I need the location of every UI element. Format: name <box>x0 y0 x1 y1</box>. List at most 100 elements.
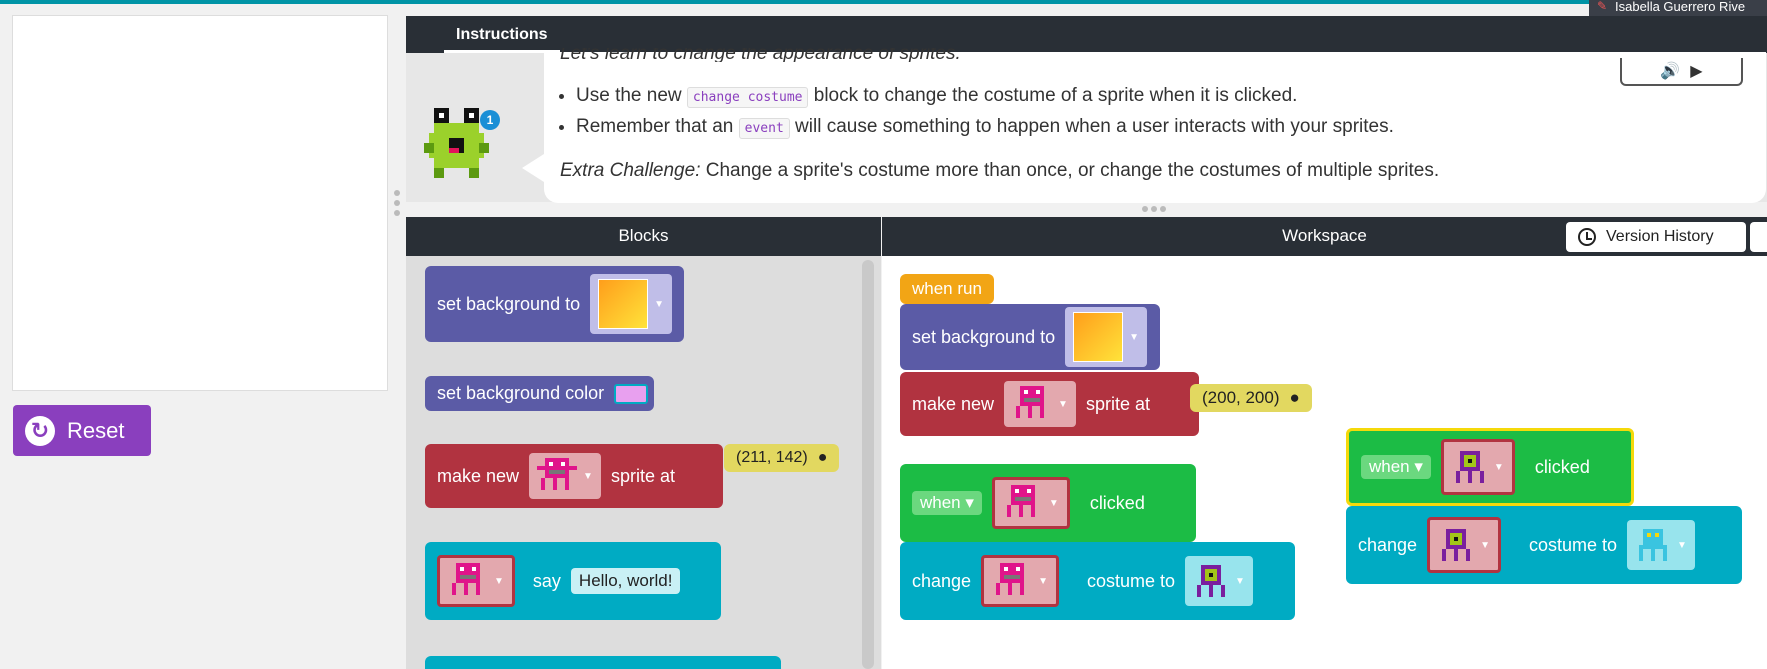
pin-icon: ● <box>1289 388 1300 407</box>
instructions-intro: Let's learn to change the appearance of … <box>560 48 961 62</box>
block-toolbox: set background to ▼ set background color… <box>406 256 881 669</box>
instructions-bubble: Let's learn to change the appearance of … <box>522 48 1766 203</box>
when-dropdown[interactable]: when ▾ <box>912 491 982 515</box>
workspace-set-background-block[interactable]: set background to ▼ <box>900 304 1160 370</box>
tab-instructions[interactable]: Instructions <box>444 16 560 53</box>
toolbox-make-new-sprite-block[interactable]: make new ▼ sprite at <box>425 444 723 508</box>
block-label: make new <box>912 393 995 414</box>
pink-robot-icon <box>1016 386 1045 418</box>
toolbox-location-picker[interactable]: (211, 142) ● <box>724 444 840 472</box>
list-item: Use the new change costume block to chan… <box>576 80 1394 111</box>
block-label: change <box>1358 534 1418 555</box>
color-swatch[interactable] <box>614 383 649 404</box>
when-run-block[interactable]: when run <box>900 274 994 304</box>
sprite-picker[interactable]: ▼ <box>1004 381 1076 427</box>
instructions-list: Use the new change costume block to chan… <box>576 80 1394 142</box>
sprite-picker[interactable]: ▼ <box>991 477 1070 529</box>
change-costume-block-1[interactable]: change ▼ costume to ▼ <box>900 542 1295 620</box>
block-label: set background to <box>437 293 581 314</box>
sprite-picker[interactable]: ▼ <box>1440 439 1515 495</box>
chevron-down-icon: ▼ <box>654 298 665 310</box>
reset-button[interactable]: ↻ Reset <box>13 405 151 456</box>
toolbox-say-block[interactable]: ▼ say Hello, world! <box>425 542 721 620</box>
sprite-picker[interactable]: ▼ <box>981 555 1059 607</box>
block-label: set background color <box>437 383 605 403</box>
app-root: ✎ Isabella Guerrero Rive ↻ Reset Instruc… <box>0 0 1767 669</box>
horizontal-resize-grip[interactable] <box>1142 206 1166 212</box>
block-label: say <box>532 570 561 591</box>
pink-robot-icon <box>537 458 578 490</box>
purple-cyclops-icon <box>1442 529 1471 561</box>
background-picker[interactable]: ▼ <box>1065 307 1148 367</box>
code-change-costume: change costume <box>686 87 809 108</box>
play-icon[interactable]: ▶ <box>1690 61 1702 81</box>
cyan-alien-icon <box>1639 529 1668 561</box>
block-label: costume to <box>1086 570 1176 591</box>
speaker-icon[interactable]: 🔊 <box>1660 61 1680 81</box>
when-clicked-block-1[interactable]: when ▾ ▼ clicked <box>900 464 1196 542</box>
costume-picker[interactable]: ▼ <box>1185 556 1253 606</box>
costume-picker[interactable]: ▼ <box>1627 520 1695 570</box>
when-clicked-block-2[interactable]: when ▾ ▼ clicked <box>1346 428 1634 506</box>
user-name: Isabella Guerrero Rive <box>1615 0 1746 14</box>
chevron-down-icon: ▼ <box>1493 461 1504 473</box>
chevron-down-icon: ▼ <box>1129 331 1140 343</box>
coords-value: (211, 142) <box>736 449 808 466</box>
coords-value: (200, 200) <box>1202 388 1280 407</box>
game-stage[interactable] <box>12 15 388 391</box>
reset-label: Reset <box>67 417 125 443</box>
gradient-swatch <box>1073 312 1124 362</box>
code-event: event <box>738 118 790 139</box>
toolbox-set-background-block[interactable]: set background to ▼ <box>425 266 685 342</box>
top-accent-bar <box>0 0 1767 4</box>
workspace-area[interactable]: when run set background to ▼ make new ▼ … <box>882 256 1767 669</box>
sprite-picker[interactable]: ▼ <box>1427 517 1501 573</box>
version-history-label: Version History <box>1606 228 1714 245</box>
more-menu-button[interactable] <box>1750 222 1767 252</box>
text-to-speech-controls[interactable]: 🔊 ▶ <box>1620 58 1743 86</box>
hint-badge[interactable]: 1 <box>480 110 500 130</box>
toolbox-block-partial[interactable] <box>425 656 781 669</box>
block-label: change <box>912 570 972 591</box>
chevron-down-icon: ▼ <box>494 575 504 587</box>
block-label: clicked <box>1089 492 1145 513</box>
workspace-location-picker[interactable]: (200, 200) ● <box>1190 384 1312 412</box>
user-icon: ✎ <box>1597 0 1608 13</box>
chevron-down-icon: ▼ <box>1038 575 1048 587</box>
purple-cyclops-icon <box>1455 451 1484 483</box>
purple-cyclops-icon <box>1197 565 1226 597</box>
background-picker[interactable]: ▼ <box>590 274 673 334</box>
when-dropdown[interactable]: when ▾ <box>1361 455 1431 479</box>
list-item: Remember that an event will cause someth… <box>576 111 1394 142</box>
toolbox-scrollbar[interactable] <box>862 260 874 669</box>
chevron-down-icon: ▼ <box>1677 539 1687 551</box>
workspace-make-new-sprite-block[interactable]: make new ▼ sprite at <box>900 372 1199 436</box>
block-label: set background to <box>912 326 1056 347</box>
pink-robot-icon <box>1006 485 1035 517</box>
pin-icon: ● <box>817 449 828 466</box>
extra-challenge: Extra Challenge: Change a sprite's costu… <box>560 160 1440 181</box>
say-text-input[interactable]: Hello, world! <box>570 568 681 594</box>
change-costume-block-2[interactable]: change ▼ costume to ▼ <box>1346 506 1742 584</box>
sprite-picker[interactable]: ▼ <box>529 453 601 499</box>
chevron-down-icon: ▼ <box>583 470 593 482</box>
blocks-header: Blocks <box>406 217 881 256</box>
reset-icon: ↻ <box>25 415 55 446</box>
chevron-down-icon: ▼ <box>1480 539 1490 551</box>
block-label: clicked <box>1534 456 1590 477</box>
block-label: costume to <box>1528 534 1618 555</box>
block-label: sprite at <box>1085 393 1150 414</box>
pink-robot-icon <box>452 563 480 595</box>
chevron-down-icon: ▼ <box>1058 398 1068 410</box>
pink-robot-icon <box>996 563 1025 595</box>
vertical-resize-grip[interactable] <box>394 190 400 220</box>
block-label: sprite at <box>610 465 675 486</box>
instructions-panel: Instructions 1 Let's learn to change the… <box>406 16 1767 203</box>
user-menu[interactable]: ✎ Isabella Guerrero Rive <box>1589 0 1767 16</box>
sprite-picker[interactable]: ▼ <box>437 555 515 607</box>
block-label: make new <box>437 465 520 486</box>
version-history-button[interactable]: Version History <box>1566 222 1746 252</box>
gradient-swatch <box>598 279 649 329</box>
toolbox-set-background-color-block[interactable]: set background color <box>425 376 655 411</box>
clock-icon <box>1578 228 1596 246</box>
